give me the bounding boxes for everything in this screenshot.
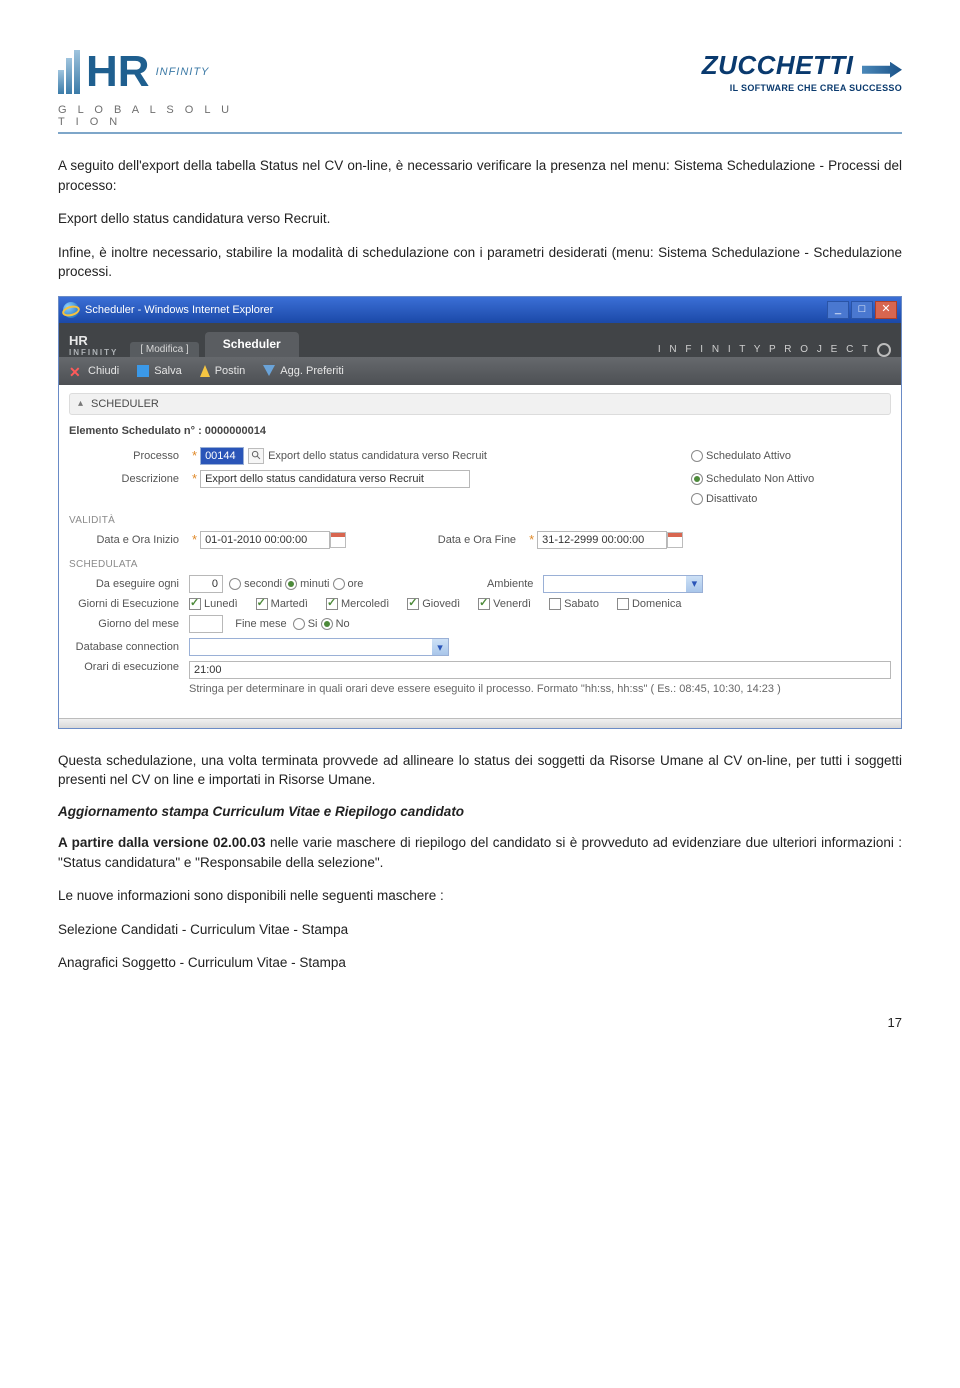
eseguire-ogni-label: Da eseguire ogni [69,578,189,590]
orari-label: Orari di esecuzione [69,661,189,673]
ie-titlebar: Scheduler - Windows Internet Explorer _ … [59,297,901,323]
close-button[interactable]: ✕ [875,301,897,319]
toolbar-close[interactable]: ✕Chiudi [69,364,119,378]
ambiente-label: Ambiente [453,578,543,590]
paragraph-3: Infine, è inoltre necessario, stabilire … [58,243,902,282]
orari-hint: Stringa per determinare in quali orari d… [189,682,891,697]
save-icon [137,365,149,377]
app-header: HR INFINITY [ Modifica ] Scheduler I N F… [59,323,901,357]
zucchetti-name: ZUCCHETTI [702,50,854,80]
maximize-button[interactable]: □ [851,301,873,319]
descrizione-label: Descrizione [69,473,189,485]
zucchetti-tagline: IL SOFTWARE CHE CREA SUCCESSO [702,83,902,93]
db-connection-label: Database connection [69,641,189,653]
scheduler-screenshot: Scheduler - Windows Internet Explorer _ … [58,296,902,729]
section-scheduler[interactable]: ▴ SCHEDULER [69,393,891,415]
paperplane-icon [263,365,275,376]
statusbar [59,718,901,728]
db-connection-select[interactable]: ▾ [189,638,449,656]
check-lunedi[interactable]: Lunedì [189,598,238,610]
paragraph-7: Selezione Candidati - Curriculum Vitae -… [58,920,902,940]
processo-label: Processo [69,450,189,462]
radio-attivo[interactable]: Schedulato Attivo [691,450,791,462]
check-giovedi[interactable]: Giovedì [407,598,460,610]
required-icon: * [189,448,200,463]
tab-modifica[interactable]: [ Modifica ] [130,342,198,357]
pin-icon [200,365,210,377]
radio-finemese-no[interactable]: No [321,618,350,630]
arrow-icon [862,62,902,78]
paragraph-2: Export dello status candidatura verso Re… [58,209,902,229]
hr-infinity-logo: HR INFINITY G L O B A L S O L U T I O N [58,50,248,128]
schedulata-divider: SCHEDULATA [69,559,891,570]
lookup-button[interactable] [248,448,264,464]
check-sabato[interactable]: Sabato [549,598,599,610]
ie-icon [63,302,79,318]
check-mercoledi[interactable]: Mercoledì [326,598,389,610]
data-inizio-label: Data e Ora Inizio [69,534,189,546]
processo-desc: Export dello status candidatura verso Re… [268,450,487,462]
infinity-project-label: I N F I N I T Y P R O J E C T [658,343,891,357]
data-fine-input[interactable] [537,531,667,549]
required-icon: * [189,471,200,486]
radio-minuti[interactable]: minuti [285,578,329,590]
page-number: 17 [58,1015,902,1030]
minimize-button[interactable]: _ [827,301,849,319]
paragraph-8: Anagrafici Soggetto - Curriculum Vitae -… [58,953,902,973]
check-domenica[interactable]: Domenica [617,598,682,610]
hr-logo-text: HR [86,54,150,89]
check-venerdi[interactable]: Venerdì [478,598,531,610]
data-inizio-input[interactable] [200,531,330,549]
close-icon: ✕ [69,364,83,378]
validita-divider: VALIDITÀ [69,515,891,526]
collapse-icon: ▴ [78,398,83,409]
window-title: Scheduler - Windows Internet Explorer [85,304,273,316]
radio-disattivato[interactable]: Disattivato [691,493,757,505]
required-icon: * [526,532,537,547]
radio-non-attivo[interactable]: Schedulato Non Attivo [691,473,814,485]
search-icon [251,450,262,461]
ring-icon [877,343,891,357]
paragraph-5: A partire dalla versione 02.00.03 nelle … [58,833,902,872]
ambiente-select[interactable]: ▾ [543,575,703,593]
app-logo: HR INFINITY [69,333,118,357]
page-header: HR INFINITY G L O B A L S O L U T I O N … [58,50,902,134]
fine-mese-label: Fine mese [235,618,286,630]
paragraph-4: Questa schedulazione, una volta terminat… [58,751,902,790]
check-martedi[interactable]: Martedì [256,598,308,610]
eseguire-ogni-input[interactable] [189,575,223,593]
radio-finemese-si[interactable]: Si [293,618,318,630]
toolbar-save[interactable]: Salva [137,365,182,377]
tab-scheduler[interactable]: Scheduler [205,332,299,357]
required-icon: * [189,532,200,547]
radio-secondi[interactable]: secondi [229,578,282,590]
processo-input[interactable] [200,447,244,465]
toolbar-postin[interactable]: Postin [200,365,246,377]
hr-logo-sub: INFINITY [156,66,210,78]
chevron-down-icon: ▾ [432,639,448,655]
hr-logo-tagline: G L O B A L S O L U T I O N [58,104,248,128]
giorni-label: Giorni di Esecuzione [69,598,189,610]
data-fine-label: Data e Ora Fine [406,534,526,546]
elemento-label: Elemento Schedulato n° : 0000000014 [69,425,891,437]
radio-ore[interactable]: ore [333,578,364,590]
toolbar-favorites[interactable]: Agg. Preferiti [263,365,344,377]
giorno-mese-label: Giorno del mese [69,618,189,630]
giorno-mese-input[interactable] [189,615,223,633]
paragraph-1: A seguito dell'export della tabella Stat… [58,156,902,195]
zucchetti-logo: ZUCCHETTI IL SOFTWARE CHE CREA SUCCESSO [702,50,902,93]
orari-input[interactable] [189,661,891,679]
calendar-icon[interactable] [667,532,683,548]
descrizione-input[interactable] [200,470,470,488]
chevron-down-icon: ▾ [686,576,702,592]
paragraph-6: Le nuove informazioni sono disponibili n… [58,886,902,906]
calendar-icon[interactable] [330,532,346,548]
section-title: Aggiornamento stampa Curriculum Vitae e … [58,804,902,819]
toolbar: ✕Chiudi Salva Postin Agg. Preferiti [59,357,901,385]
